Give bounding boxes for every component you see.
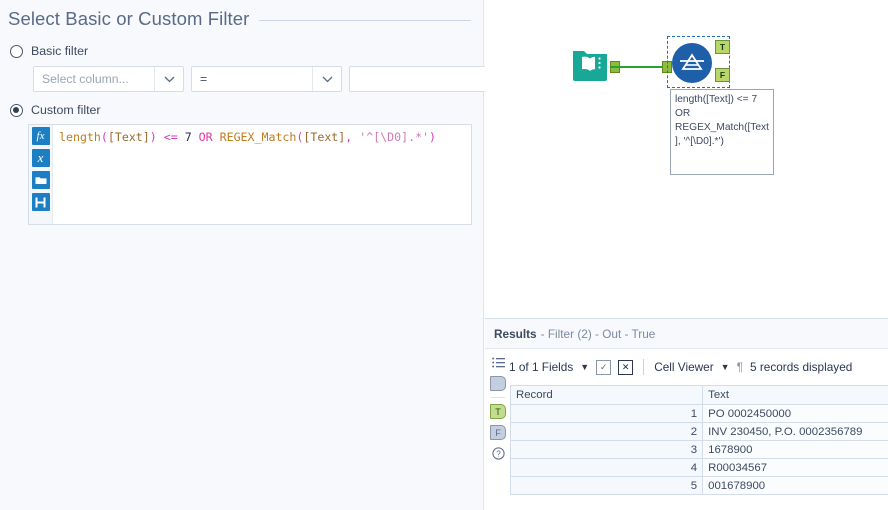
- results-header: Results - Filter (2) - Out - True: [485, 319, 888, 349]
- help-icon[interactable]: ?: [490, 446, 506, 461]
- formula-token-open1: (: [100, 130, 108, 144]
- cell-text: INV 230450, P.O. 0002356789: [702, 422, 888, 441]
- filter-false-anchor[interactable]: F: [715, 68, 730, 82]
- cell-text: 1678900: [702, 440, 888, 459]
- formula-token-num1: 7: [184, 130, 192, 144]
- table-header-row: Record Text: [509, 385, 888, 405]
- custom-filter-formula-editor[interactable]: fx x length([Text]) <= 7 OR REGEX_Match(…: [28, 124, 472, 225]
- basic-filter-controls: Select column... =: [33, 66, 488, 92]
- table-row[interactable]: 4 R00034567: [509, 458, 888, 477]
- app-root: Select Basic or Custom Filter Basic filt…: [0, 0, 888, 510]
- column-header-text[interactable]: Text: [702, 385, 888, 405]
- table-row[interactable]: 3 1678900: [509, 440, 888, 459]
- results-sidebar: T F ?: [487, 353, 509, 510]
- filter-tool-node[interactable]: T F: [667, 36, 730, 88]
- title-divider: [259, 20, 471, 21]
- false-output-icon[interactable]: F: [490, 425, 506, 440]
- filter-configuration-panel: Select Basic or Custom Filter Basic filt…: [0, 0, 488, 510]
- cell-record: 3: [509, 440, 704, 459]
- sidebar-divider: [491, 397, 505, 398]
- results-data-table[interactable]: Record Text 1 PO 0002450000 2 INV 230450…: [509, 385, 888, 495]
- cell-record: 5: [509, 476, 704, 495]
- formula-token-str1: '^[\D0].*': [359, 130, 430, 144]
- cell-record: 2: [509, 422, 704, 441]
- column-select-value: Select column...: [42, 72, 129, 86]
- cell-record: 1: [509, 404, 704, 423]
- metadata-list-icon[interactable]: [490, 355, 506, 370]
- basic-filter-radio-row[interactable]: Basic filter: [10, 44, 88, 58]
- cell-text: PO 0002450000: [702, 404, 888, 423]
- chevron-down-icon[interactable]: [313, 67, 341, 91]
- formula-token-comma: ,: [345, 130, 353, 144]
- connection-line[interactable]: [610, 66, 666, 68]
- table-row[interactable]: 1 PO 0002450000: [509, 404, 888, 423]
- node-annotation[interactable]: length([Text]) <= 7 OR REGEX_Match([Text…: [670, 89, 774, 175]
- view-mode-label[interactable]: Cell Viewer: [654, 360, 713, 374]
- svg-text:?: ?: [496, 450, 501, 459]
- formula-token-op1: <=: [163, 130, 178, 144]
- input-data-tool[interactable]: [571, 45, 609, 83]
- pilcrow-icon[interactable]: ¶: [737, 360, 743, 374]
- custom-filter-radio-row[interactable]: Custom filter: [10, 103, 101, 117]
- custom-filter-label: Custom filter: [31, 103, 101, 117]
- filter-true-anchor[interactable]: T: [715, 40, 730, 54]
- panel-title-row: Select Basic or Custom Filter: [8, 8, 471, 30]
- basic-filter-label: Basic filter: [31, 44, 89, 58]
- results-panel: Results - Filter (2) - Out - True 1 of 1…: [485, 318, 888, 510]
- formula-token-close1: ): [149, 130, 157, 144]
- table-row[interactable]: 5 001678900: [509, 476, 888, 495]
- chevron-down-icon[interactable]: ▼: [721, 362, 730, 372]
- save-disk-icon[interactable]: [31, 193, 50, 211]
- formula-token-field1: [Text]: [107, 130, 150, 144]
- chevron-down-icon[interactable]: [155, 67, 183, 91]
- cell-text: R00034567: [702, 458, 888, 477]
- formula-token-field2: [Text]: [303, 130, 346, 144]
- operator-select-value: =: [200, 72, 208, 86]
- open-folder-icon[interactable]: [31, 171, 50, 189]
- column-select[interactable]: Select column...: [33, 66, 184, 92]
- results-title: Results: [494, 326, 537, 341]
- fields-count-label[interactable]: 1 of 1 Fields: [509, 360, 573, 374]
- select-all-fields-icon[interactable]: ✓: [596, 359, 612, 375]
- basic-filter-radio[interactable]: [10, 44, 23, 58]
- page-title: Select Basic or Custom Filter: [8, 8, 250, 29]
- cell-text: 001678900: [702, 476, 888, 495]
- data-pane-icon[interactable]: [490, 376, 506, 391]
- toolbar-divider: [643, 359, 645, 375]
- formula-token-fn2: REGEX_Match: [219, 130, 297, 144]
- custom-filter-radio[interactable]: [10, 103, 23, 117]
- chevron-down-icon[interactable]: ▼: [580, 362, 589, 372]
- results-toolbar: 1 of 1 Fields ▼ ✓ ✕ Cell Viewer ▼ ¶ 5 re…: [509, 353, 888, 381]
- column-header-record[interactable]: Record: [509, 385, 704, 405]
- operator-select[interactable]: =: [191, 66, 342, 92]
- value-input[interactable]: [349, 66, 488, 92]
- insert-function-icon[interactable]: fx: [31, 127, 50, 145]
- formula-expression[interactable]: length([Text]) <= 7 OR REGEX_Match([Text…: [53, 125, 471, 224]
- formula-token-kw1: OR: [198, 130, 213, 144]
- results-breadcrumb: - Filter (2) - Out - True: [540, 326, 656, 341]
- cell-record: 4: [509, 458, 704, 477]
- table-row[interactable]: 2 INV 230450, P.O. 0002356789: [509, 422, 888, 441]
- true-output-icon[interactable]: T: [490, 404, 506, 419]
- workflow-canvas[interactable]: T F length([Text]) <= 7 OR REGEX_Match([…: [485, 0, 888, 318]
- formula-token-fn1: length: [59, 130, 101, 144]
- record-count-label: 5 records displayed: [750, 360, 853, 374]
- formula-token-close2: ): [429, 130, 437, 144]
- filter-tool-icon[interactable]: [672, 43, 712, 83]
- deselect-all-fields-icon[interactable]: ✕: [618, 359, 634, 375]
- insert-variable-icon[interactable]: x: [31, 149, 50, 167]
- formula-toolbar: fx x: [29, 125, 53, 224]
